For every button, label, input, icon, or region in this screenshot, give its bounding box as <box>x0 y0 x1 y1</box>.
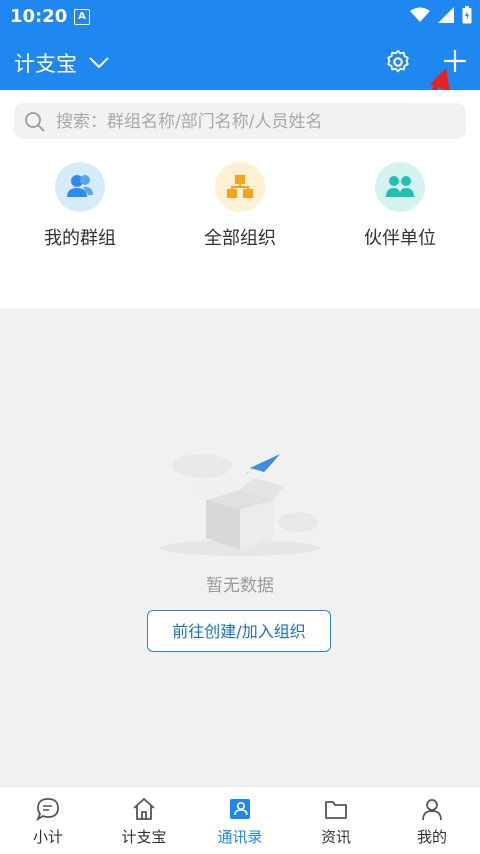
battery-icon <box>462 6 472 24</box>
create-join-org-button[interactable]: 前往创建/加入组织 <box>147 610 331 652</box>
signal-icon <box>438 7 454 23</box>
tab-label-mine: 我的 <box>416 828 447 846</box>
status-bar: 10:20 A <box>0 0 480 34</box>
gear-icon[interactable] <box>384 48 412 76</box>
my-groups-icon <box>55 162 105 212</box>
chevron-down-icon <box>89 57 109 69</box>
app-bar: 计支宝 <box>0 34 480 90</box>
empty-state: 暂无数据 前往创建/加入组织 <box>0 308 480 786</box>
quick-all-orgs[interactable]: 全部组织 <box>170 162 310 250</box>
wifi-icon <box>410 7 430 22</box>
tab-news[interactable]: 资讯 <box>288 787 384 854</box>
app-notification-icon: A <box>74 9 90 25</box>
quick-label-all-orgs: 全部组织 <box>204 228 276 249</box>
search-input[interactable] <box>54 103 458 141</box>
partners-icon <box>375 162 425 212</box>
user-icon <box>422 799 442 821</box>
tab-jizhibao[interactable]: 计支宝 <box>96 787 192 854</box>
status-time: 10:20 <box>10 6 68 27</box>
quick-label-my-groups: 我的群组 <box>44 228 116 249</box>
quick-label-partners: 伙伴单位 <box>364 228 436 249</box>
empty-text: 暂无数据 <box>206 576 274 596</box>
home-icon <box>133 798 155 820</box>
tab-label-news: 资讯 <box>320 828 351 846</box>
empty-box-illustration <box>160 454 320 556</box>
tab-label-contacts: 通讯录 <box>217 828 263 846</box>
tab-label-jizhibao: 计支宝 <box>121 828 167 846</box>
contacts-icon <box>230 799 250 819</box>
tab-xiaoji[interactable]: 小计 <box>0 787 96 854</box>
org-switcher[interactable]: 计支宝 <box>14 48 109 78</box>
search-area <box>0 90 480 152</box>
quick-links: 我的群组 全部组织 伙伴单位 <box>0 152 480 308</box>
app-title: 计支宝 <box>14 52 77 76</box>
bottom-tab-bar: 小计 计支宝 通讯录 资讯 我的 <box>0 786 480 854</box>
quick-partners[interactable]: 伙伴单位 <box>330 162 470 250</box>
search-box <box>14 103 466 141</box>
search-icon <box>25 112 45 132</box>
tab-contacts[interactable]: 通讯录 <box>192 787 288 854</box>
folder-icon <box>325 801 347 819</box>
chat-bubble-icon <box>36 798 59 822</box>
status-icons <box>410 6 472 24</box>
tab-mine[interactable]: 我的 <box>384 787 480 854</box>
quick-my-groups[interactable]: 我的群组 <box>10 162 150 250</box>
org-tree-icon <box>215 162 265 212</box>
tab-label-xiaoji: 小计 <box>32 828 63 846</box>
